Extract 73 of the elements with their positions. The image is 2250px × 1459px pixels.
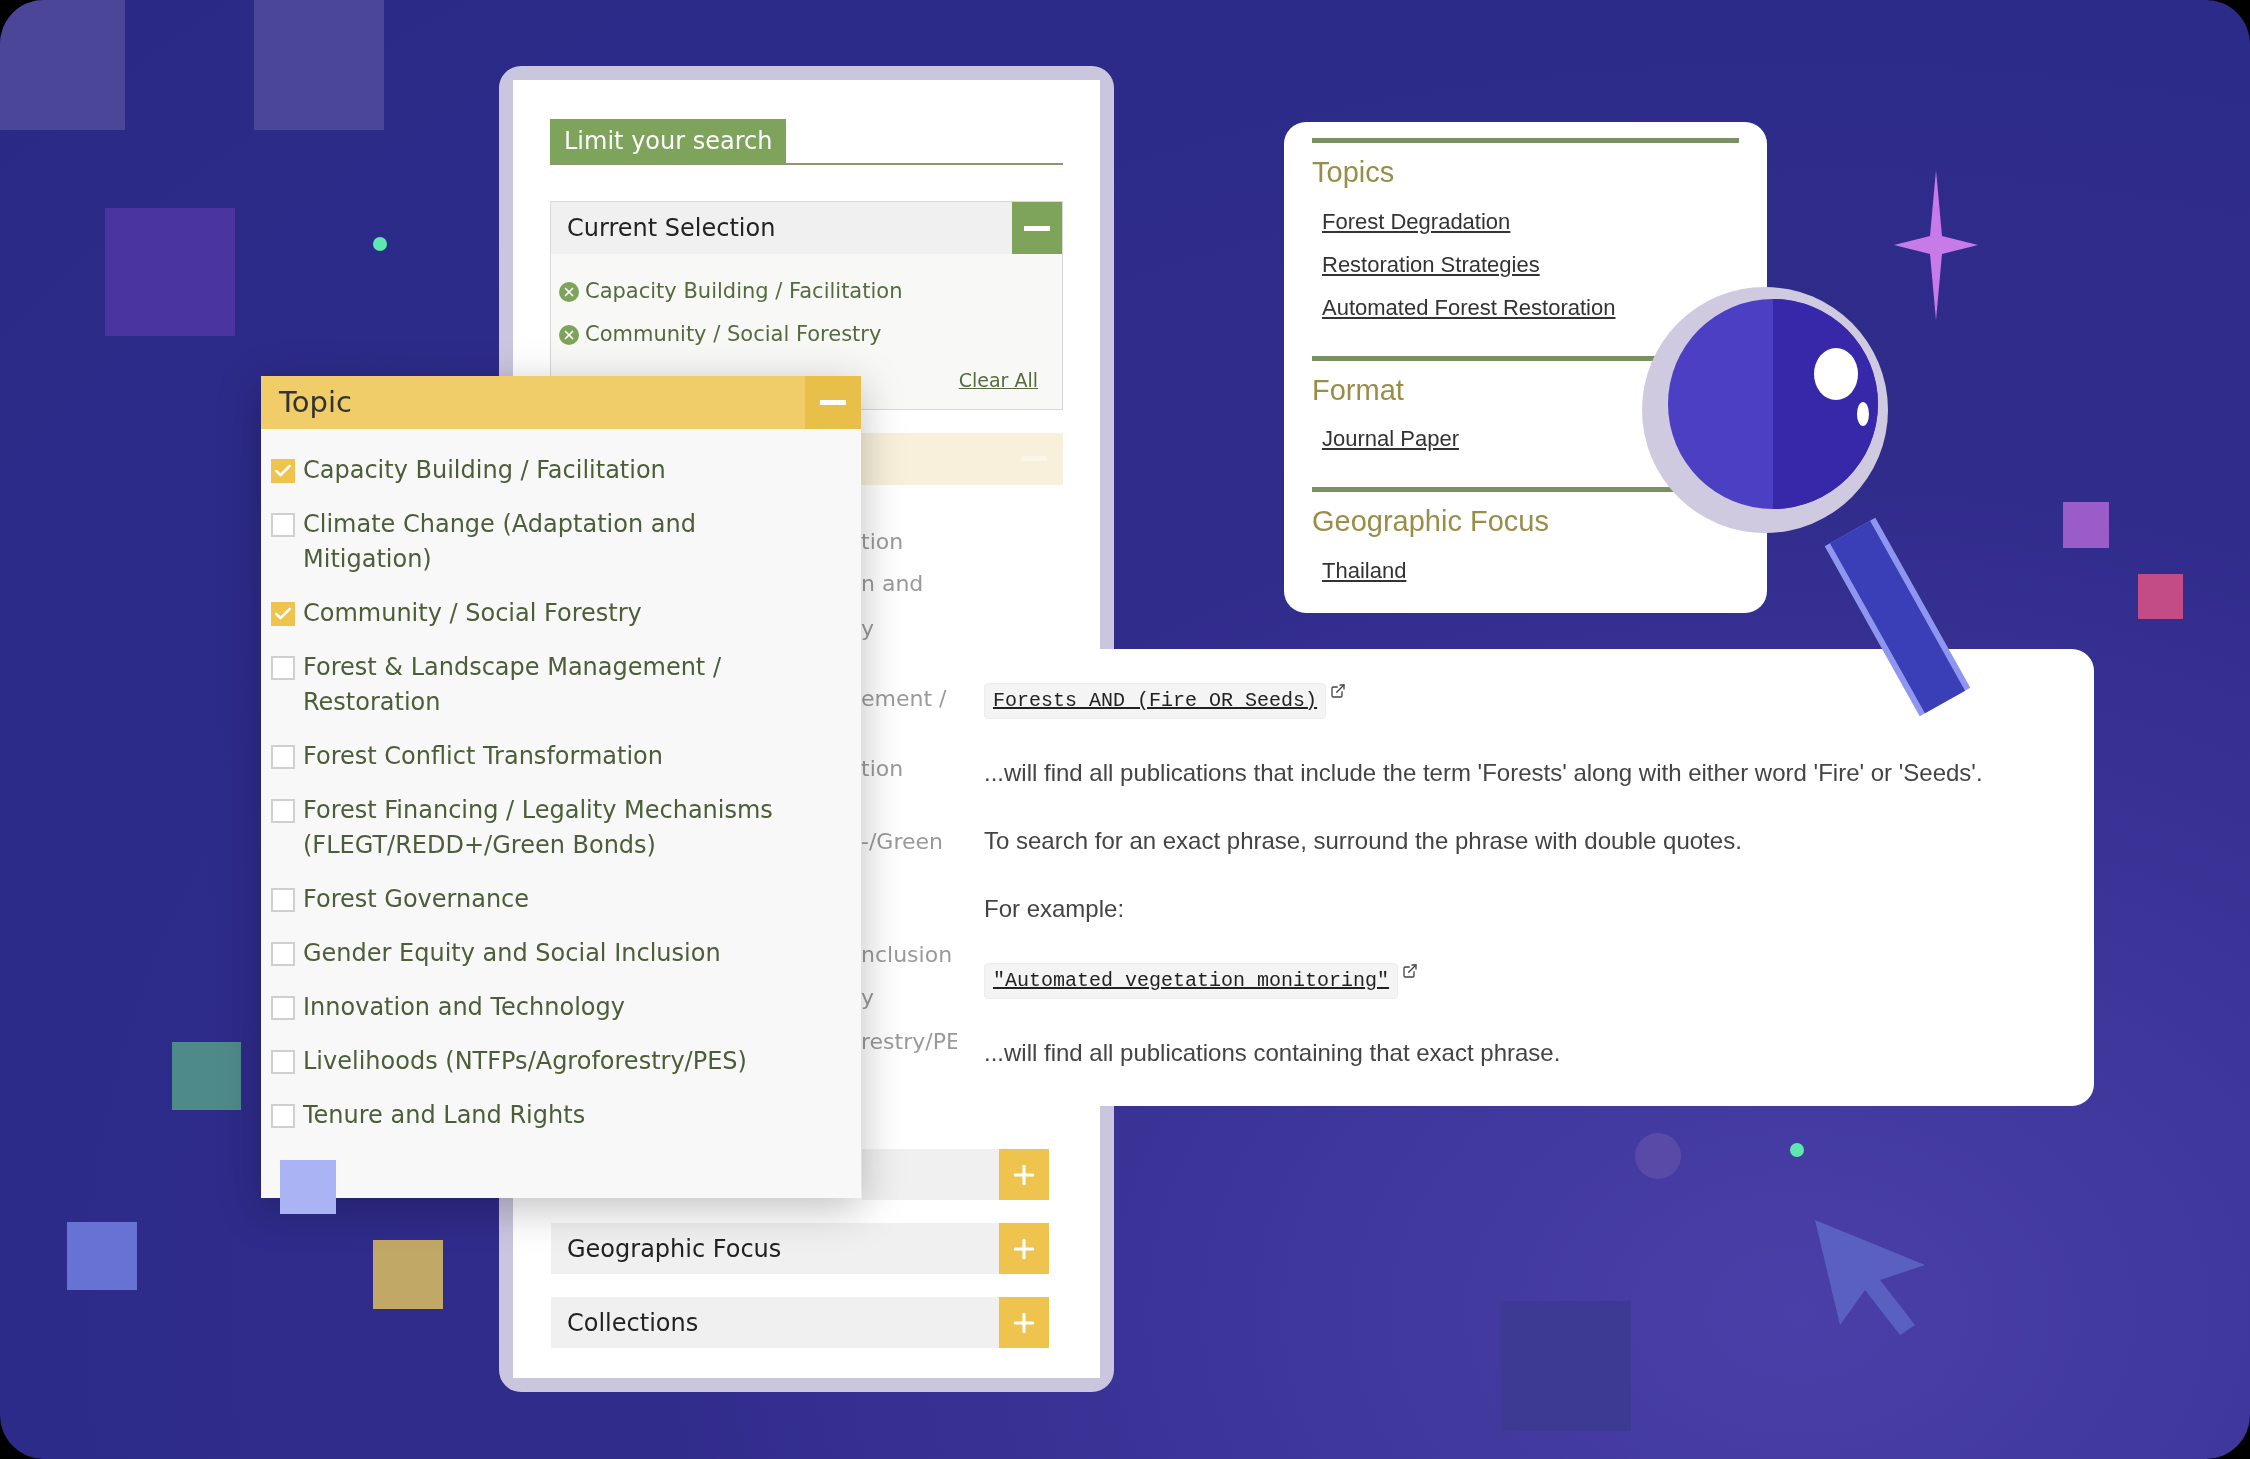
facet-link[interactable]: Forest Degradation [1322,204,1511,238]
option-label: Forest Conflict Transformation [303,741,663,772]
checkbox[interactable] [271,888,295,912]
external-link-icon [1330,683,1347,699]
decor-square [172,1042,241,1110]
option-label: Innovation and Technology [303,992,625,1023]
option-label: Capacity Building / Facilitation [303,455,666,486]
query-example-link[interactable]: "Automated vegetation monitoring" [984,963,1399,999]
facet-link[interactable]: Thailand [1322,553,1407,587]
section-title: Current Selection [566,213,776,244]
faded-option-text: -/Green [861,828,943,856]
option-label: Forest & Landscape Management / Restoration [303,652,722,718]
help-text: ...will find all publications containing that exact phrase. [984,1039,1562,1067]
remove-icon[interactable] [559,281,579,302]
option-label: Climate Change (Adaptation and Mitigation) [303,509,697,575]
minus-icon [820,400,846,405]
decor-square [67,1222,137,1290]
decor-square [2063,502,2109,548]
option-label: Forest Financing / Legality Mechanisms (FLEGT/REDD+/Green Bonds) [303,795,773,861]
faded-option-text: restry/PE [861,1028,960,1056]
help-text: For example: [984,895,1126,923]
checkbox[interactable] [271,942,295,966]
checkbox[interactable] [271,513,295,537]
decor-square [280,1160,336,1214]
checkbox[interactable] [271,1104,295,1128]
section-title: Geographic Focus [566,1233,782,1265]
clear-all-link[interactable]: Clear All [958,366,1038,395]
facet-link[interactable]: Automated Forest Restoration [1322,290,1616,324]
faded-option-text: y [861,615,875,643]
option-label: Livelihoods (NTFPs/Agroforestry/PES) [303,1046,747,1077]
section-header[interactable] [862,1149,1049,1200]
checkbox[interactable] [271,996,295,1020]
checkbox[interactable] [271,799,295,823]
faded-option-text: ement / [861,685,947,713]
checkbox[interactable] [271,745,295,769]
option-label: Gender Equity and Social Inclusion [303,938,721,969]
faded-option-text: tion [861,755,904,783]
decor-square [2138,574,2183,619]
option-label: Tenure and Land Rights [303,1100,586,1131]
section-title: Collections [566,1307,699,1339]
faded-option-text: n and [861,570,924,598]
faded-option-text: tion [861,528,904,556]
facet-title: Geographic Focus [1312,504,1550,539]
checkbox[interactable] [271,1050,295,1074]
help-text: ...will find all publications that include the term 'Forests' along with either word 'Fire' or 'Seeds'. [984,759,1984,787]
checkbox[interactable] [271,602,295,626]
checkbox[interactable] [271,459,295,483]
query-example-link[interactable]: Forests AND (Fire OR Seeds) [984,683,1327,719]
collapse-button[interactable] [1012,202,1062,254]
faded-option-text: y [861,984,875,1012]
selected-filter: Community / Social Forestry [585,320,882,348]
decor-square [373,1240,443,1309]
section-header[interactable]: Collections [551,1297,1049,1348]
facet-link[interactable]: Journal Paper [1322,422,1459,455]
facet-link[interactable]: Restoration Strategies [1322,247,1540,281]
collapse-button[interactable] [805,376,861,429]
remove-icon[interactable] [559,324,579,345]
help-text: To search for an exact phrase, surround the phrase with double quotes. [984,827,1743,855]
minus-icon [1024,225,1050,231]
facet-title: Format [1312,372,1405,408]
option-label: Community / Social Forestry [303,598,642,629]
external-link-icon [1402,963,1419,979]
expand-button[interactable] [999,1223,1049,1274]
topic-title: Topic [278,383,352,421]
section-header[interactable]: Geographic Focus [551,1223,1049,1274]
facet-title: Topics [1312,155,1396,190]
option-label: Forest Governance [303,884,530,915]
selected-filter: Capacity Building / Facilitation [585,277,903,305]
checkbox[interactable] [271,656,295,680]
faded-option-text: nclusion [861,941,953,969]
panel-title: Limit your search [550,119,787,163]
expand-button[interactable] [999,1149,1049,1200]
expand-button[interactable] [999,1297,1049,1348]
